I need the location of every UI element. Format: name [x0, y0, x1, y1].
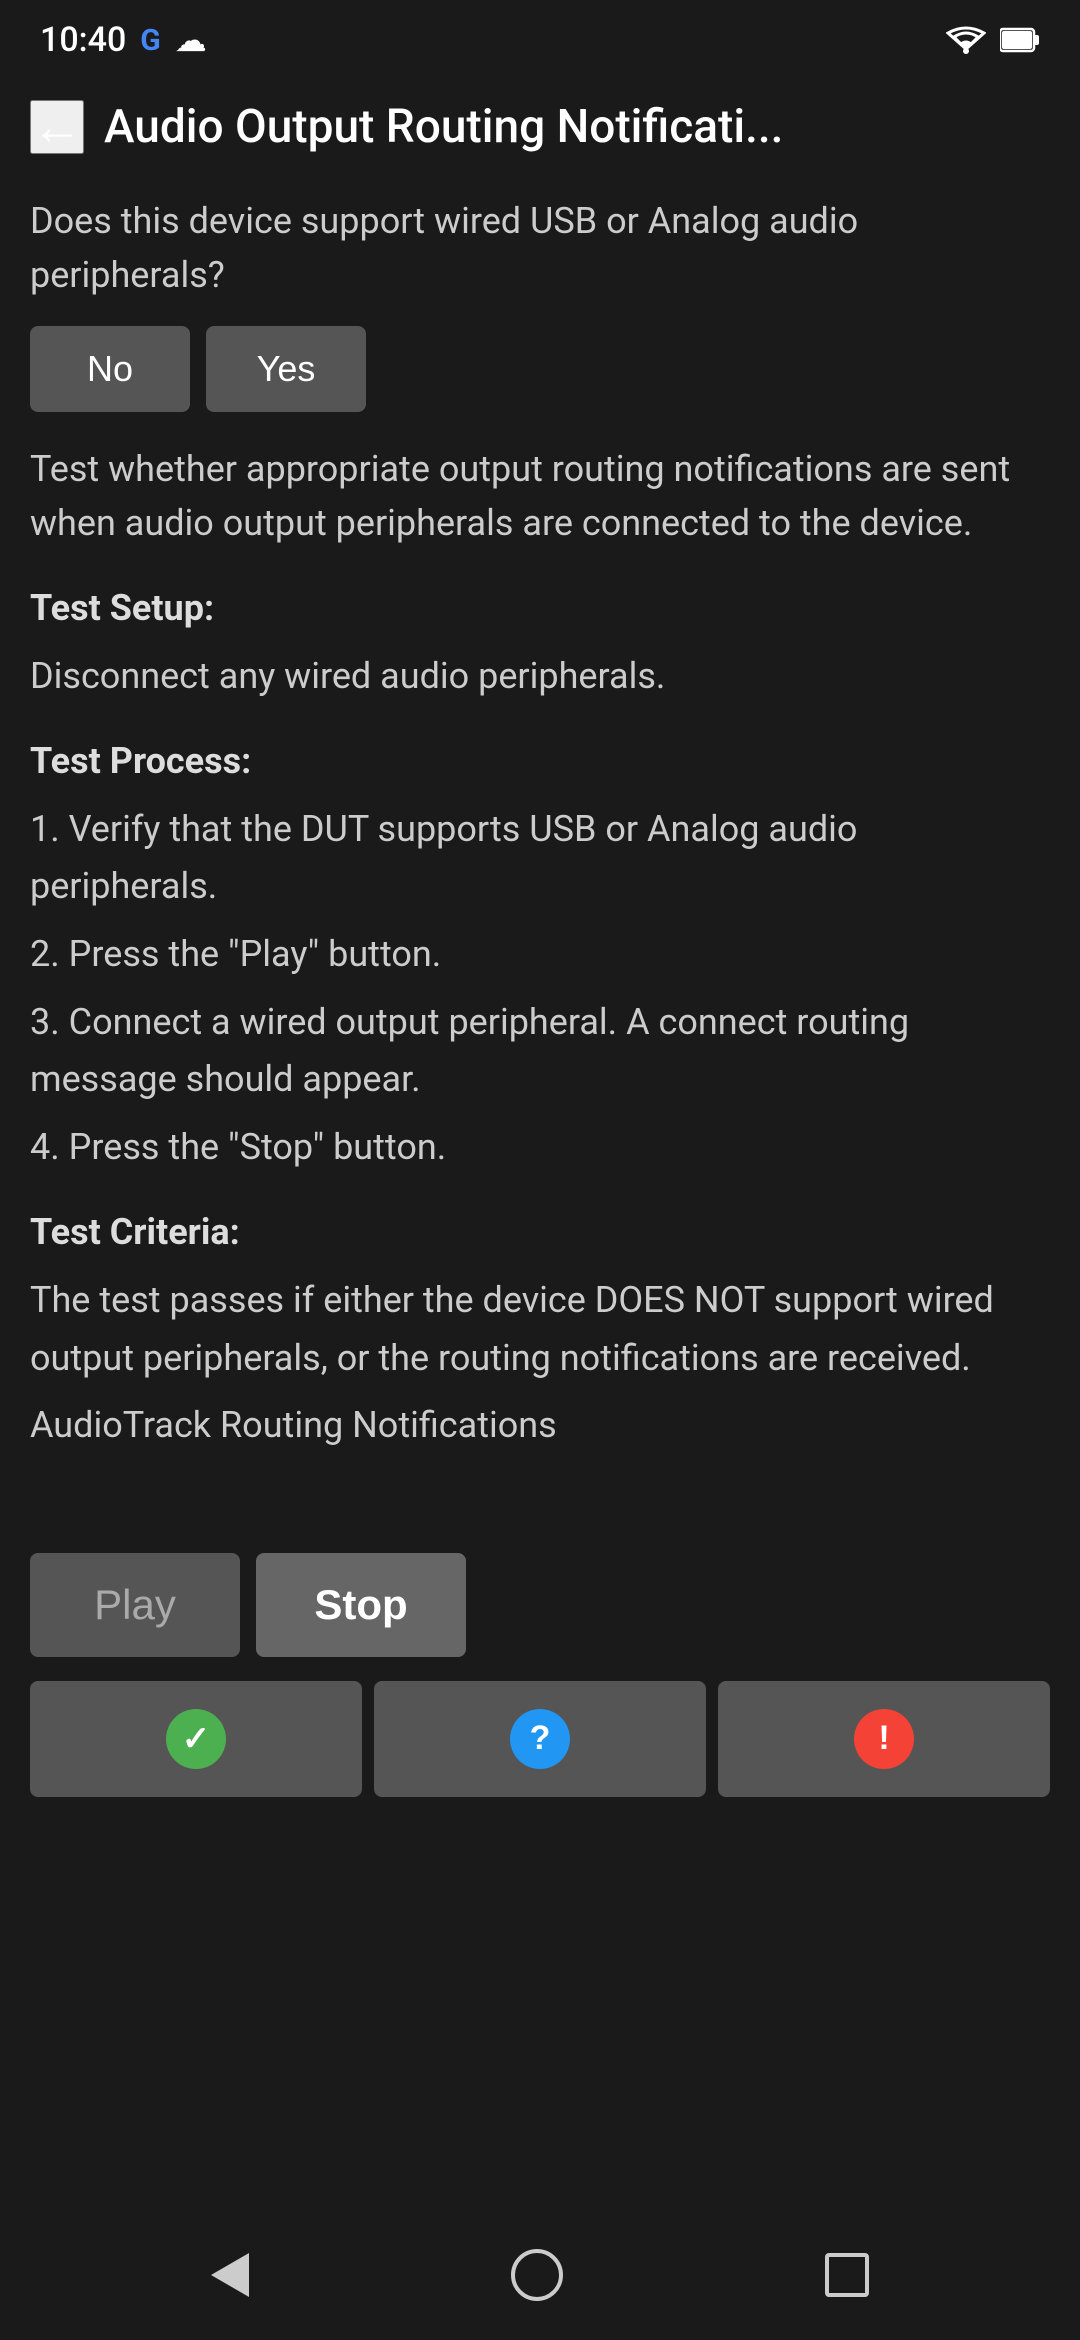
main-content: Does this device support wired USB or An…	[0, 174, 1080, 1503]
status-time: 10:40	[40, 20, 126, 60]
cloud-icon: ☁	[175, 21, 207, 59]
question-text: Does this device support wired USB or An…	[30, 194, 1050, 302]
result-row: ✓ ? !	[30, 1681, 1050, 1797]
test-criteria-section: Test Criteria: The test passes if either…	[30, 1204, 1050, 1454]
info-button[interactable]: ?	[374, 1681, 706, 1797]
test-setup-content: Disconnect any wired audio peripherals.	[30, 648, 1050, 706]
nav-home-icon	[511, 2249, 563, 2301]
nav-bar	[0, 2210, 1080, 2340]
yes-button[interactable]: Yes	[206, 326, 366, 412]
nav-back-icon	[211, 2253, 249, 2297]
stop-button[interactable]: Stop	[256, 1553, 466, 1657]
fail-icon: !	[854, 1709, 914, 1769]
test-criteria-label: Test Criteria:	[30, 1204, 1050, 1262]
play-stop-row: Play Stop	[30, 1553, 1050, 1657]
pass-button[interactable]: ✓	[30, 1681, 362, 1797]
test-criteria-sub: AudioTrack Routing Notifications	[30, 1397, 1050, 1455]
test-process-label: Test Process:	[30, 733, 1050, 791]
controls-area: Play Stop ✓ ? !	[0, 1523, 1080, 1817]
fail-button[interactable]: !	[718, 1681, 1050, 1797]
status-right	[946, 25, 1040, 55]
wifi-icon	[946, 25, 986, 55]
app-header: ← Audio Output Routing Notificati...	[0, 80, 1080, 174]
no-button[interactable]: No	[30, 326, 190, 412]
page-title: Audio Output Routing Notificati...	[104, 100, 1050, 154]
google-icon: G	[140, 23, 160, 58]
status-bar: 10:40 G ☁	[0, 0, 1080, 80]
pass-icon: ✓	[166, 1709, 226, 1769]
test-step-4: 4. Press the "Stop" button.	[30, 1119, 1050, 1177]
test-step-2: 2. Press the "Play" button.	[30, 926, 1050, 984]
status-left: 10:40 G ☁	[40, 20, 207, 60]
test-criteria-content: The test passes if either the device DOE…	[30, 1272, 1050, 1387]
description-text: Test whether appropriate output routing …	[30, 442, 1050, 550]
test-step-3: 3. Connect a wired output peripheral. A …	[30, 994, 1050, 1109]
play-button[interactable]: Play	[30, 1553, 240, 1657]
yes-no-row: No Yes	[30, 326, 1050, 412]
nav-back-button[interactable]	[211, 2253, 249, 2297]
info-icon: ?	[510, 1709, 570, 1769]
test-setup-label: Test Setup:	[30, 580, 1050, 638]
back-button[interactable]: ←	[30, 100, 84, 154]
nav-recents-button[interactable]	[825, 2253, 869, 2297]
battery-icon	[1000, 26, 1040, 54]
nav-recents-icon	[825, 2253, 869, 2297]
test-step-1: 1. Verify that the DUT supports USB or A…	[30, 801, 1050, 916]
test-setup-section: Test Setup: Disconnect any wired audio p…	[30, 580, 1050, 705]
test-process-section: Test Process: 1. Verify that the DUT sup…	[30, 733, 1050, 1176]
nav-home-button[interactable]	[511, 2249, 563, 2301]
